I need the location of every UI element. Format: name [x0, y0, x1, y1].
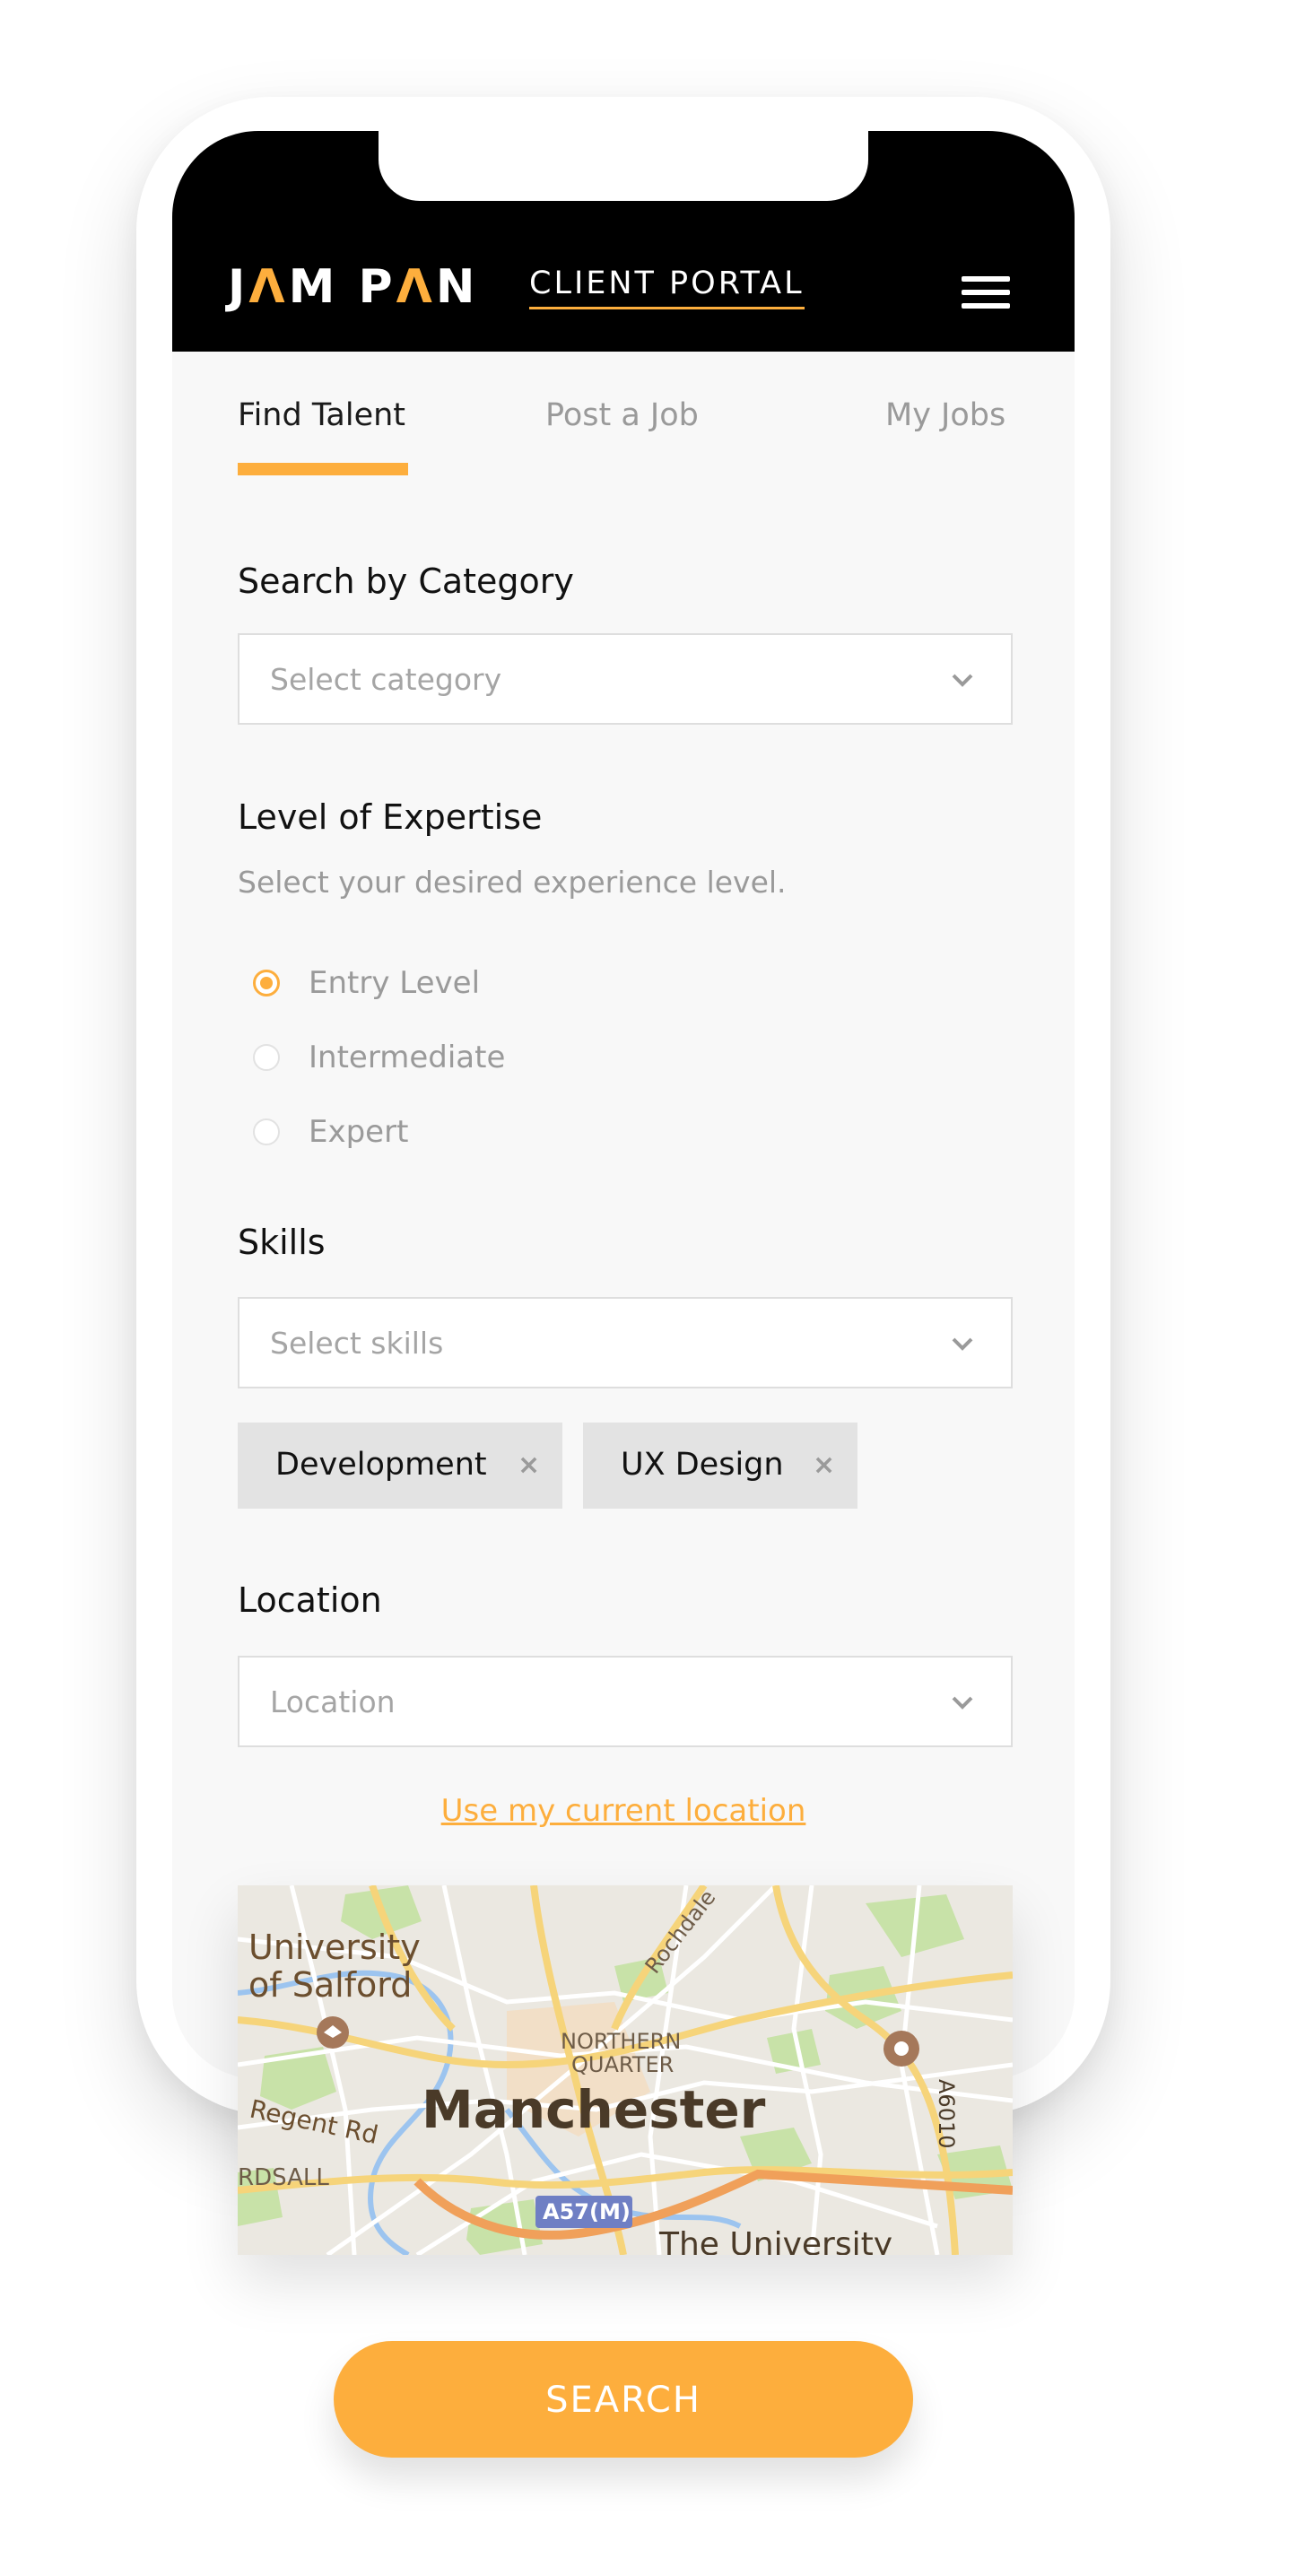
- map-city-label: Manchester: [422, 2079, 766, 2140]
- chevron-down-icon: [952, 674, 973, 687]
- radio-label: Intermediate: [309, 1040, 506, 1075]
- map-label: RDSALL: [238, 2164, 329, 2191]
- location-title: Location: [238, 1580, 382, 1620]
- active-tab-indicator: [238, 463, 408, 475]
- logo-letter: J: [228, 260, 249, 314]
- tab-post-a-job[interactable]: Post a Job: [545, 396, 699, 434]
- category-placeholder: Select category: [270, 662, 502, 697]
- category-select[interactable]: Select category: [238, 633, 1013, 725]
- radio-expert[interactable]: Expert: [253, 1113, 791, 1151]
- use-current-location-link[interactable]: Use my current location: [172, 1792, 1075, 1830]
- logo-accent: Λ: [248, 260, 289, 314]
- expertise-title: Level of Expertise: [238, 797, 543, 837]
- radio-entry-level[interactable]: Entry Level: [253, 964, 791, 1002]
- map-label: NORTHERN: [561, 2029, 681, 2054]
- map-label: University: [248, 1928, 421, 1967]
- logo-letter: N: [435, 260, 479, 314]
- skill-chip-ux-design: UX Design ×: [583, 1423, 857, 1509]
- close-icon[interactable]: ×: [813, 1448, 835, 1484]
- tab-my-jobs[interactable]: My Jobs: [885, 396, 1005, 434]
- chevron-down-icon: [952, 1337, 973, 1351]
- logo-accent: Λ: [396, 260, 436, 314]
- radio-unchecked-icon[interactable]: [253, 1044, 280, 1071]
- skills-placeholder: Select skills: [270, 1326, 444, 1361]
- app-header: JΛM PΛN CLIENT PORTAL: [172, 131, 1075, 352]
- skills-title: Skills: [238, 1223, 326, 1262]
- search-button[interactable]: SEARCH: [334, 2341, 913, 2458]
- category-title: Search by Category: [238, 561, 574, 601]
- map-label: A6010: [934, 2079, 959, 2149]
- radio-label: Expert: [309, 1114, 409, 1150]
- map-label: The University: [658, 2226, 892, 2255]
- hamburger-menu-icon[interactable]: [962, 276, 1010, 310]
- map-label: A57(M): [543, 2199, 631, 2224]
- location-select[interactable]: Location: [238, 1656, 1013, 1747]
- tab-find-talent[interactable]: Find Talent: [238, 396, 405, 434]
- location-map[interactable]: University of Salford NORTHERN QUARTER M…: [238, 1885, 1013, 2255]
- skills-select[interactable]: Select skills: [238, 1297, 1013, 1388]
- location-placeholder: Location: [270, 1684, 396, 1719]
- skill-chip-development: Development ×: [238, 1423, 562, 1509]
- map-label: of Salford: [248, 1965, 412, 2005]
- chip-label: Development: [275, 1447, 487, 1483]
- radio-intermediate[interactable]: Intermediate: [253, 1039, 791, 1076]
- radio-checked-icon[interactable]: [253, 970, 280, 996]
- jampan-logo[interactable]: JΛM PΛN: [228, 264, 478, 310]
- logo-letter: M P: [288, 260, 396, 314]
- map-label: QUARTER: [571, 2052, 674, 2077]
- phone-notch: [379, 131, 868, 201]
- radio-unchecked-icon[interactable]: [253, 1118, 280, 1145]
- close-icon[interactable]: ×: [518, 1448, 540, 1484]
- radio-label: Entry Level: [309, 965, 481, 1001]
- chevron-down-icon: [952, 1696, 973, 1710]
- chip-label: UX Design: [621, 1447, 784, 1483]
- client-portal-label: CLIENT PORTAL: [529, 265, 805, 309]
- app-screen: JΛM PΛN CLIENT PORTAL Find Talent Post a…: [172, 131, 1075, 2079]
- expertise-hint: Select your desired experience level.: [238, 865, 787, 900]
